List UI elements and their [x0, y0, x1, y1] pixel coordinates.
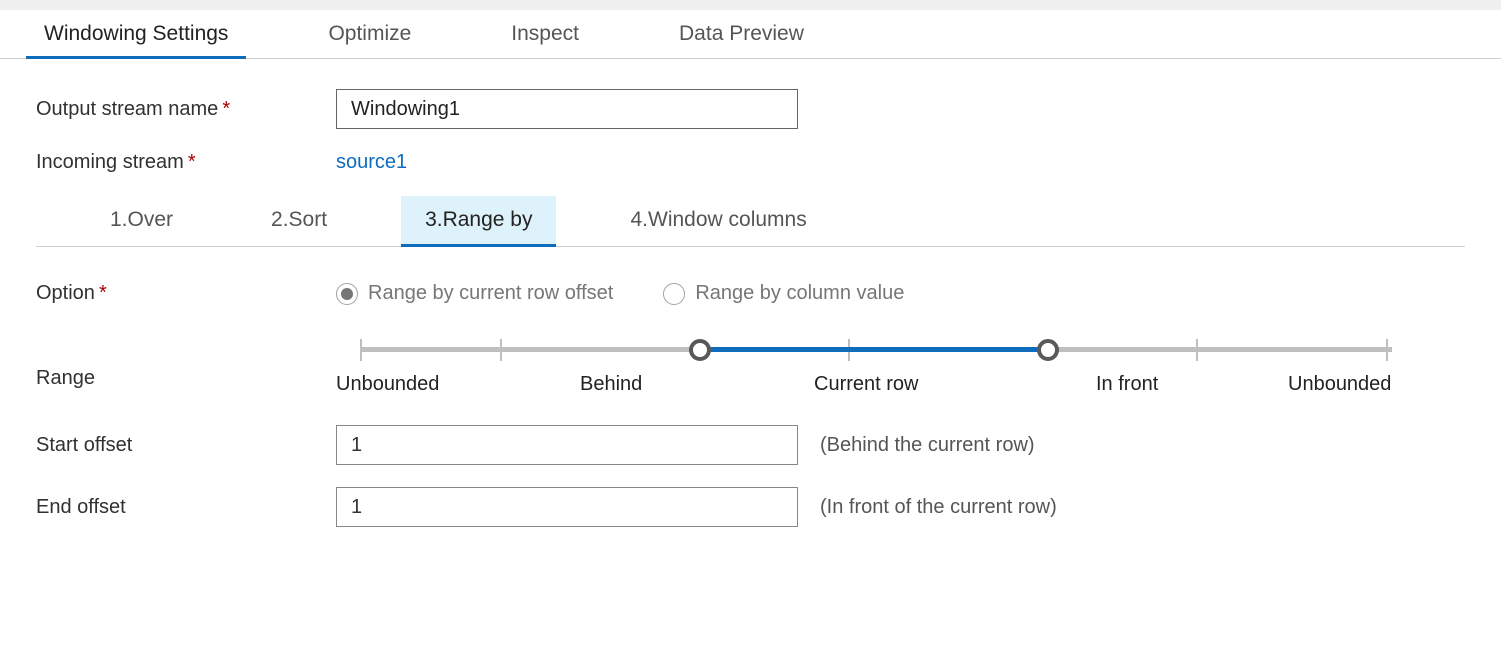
- slider-tick: [1386, 339, 1388, 361]
- option-label: Option*: [36, 282, 336, 305]
- option-radio-group: Range by current row offset Range by col…: [336, 282, 904, 305]
- radio-label: Range by current row offset: [368, 282, 613, 305]
- slider-label-in-front: In front: [1096, 373, 1158, 396]
- radio-label: Range by column value: [695, 282, 904, 305]
- slider-label-behind: Behind: [580, 373, 642, 396]
- slider-labels: Unbounded Behind Current row In front Un…: [336, 373, 1416, 403]
- slider-label-unbounded-left: Unbounded: [336, 373, 439, 396]
- slider-tick: [1196, 339, 1198, 361]
- slider-label-unbounded-right: Unbounded: [1288, 373, 1391, 396]
- end-offset-input[interactable]: [336, 487, 798, 527]
- required-asterisk: *: [222, 98, 230, 120]
- slider-handle-end[interactable]: [1037, 339, 1059, 361]
- range-label: Range: [36, 327, 336, 390]
- radio-icon: [336, 283, 358, 305]
- subtab-window-columns[interactable]: 4.Window columns: [606, 196, 830, 247]
- start-offset-hint: (Behind the current row): [820, 434, 1035, 457]
- slider-handle-start[interactable]: [689, 339, 711, 361]
- incoming-stream-link[interactable]: source1: [336, 151, 407, 174]
- slider-track-active: [700, 347, 1048, 352]
- required-asterisk: *: [188, 151, 196, 173]
- subtab-sort[interactable]: 2.Sort: [247, 196, 351, 247]
- required-asterisk: *: [99, 282, 107, 304]
- end-offset-label: End offset: [36, 496, 336, 519]
- tab-optimize[interactable]: Optimize: [310, 10, 429, 59]
- subtab-over[interactable]: 1.Over: [86, 196, 197, 247]
- form-area: Output stream name* Incoming stream* sou…: [0, 59, 1501, 579]
- radio-range-by-offset[interactable]: Range by current row offset: [336, 282, 613, 305]
- slider-tick: [500, 339, 502, 361]
- range-slider[interactable]: Unbounded Behind Current row In front Un…: [336, 337, 1416, 403]
- tab-windowing-settings[interactable]: Windowing Settings: [26, 10, 246, 59]
- end-offset-hint: (In front of the current row): [820, 496, 1057, 519]
- radio-icon: [663, 283, 685, 305]
- radio-range-by-column[interactable]: Range by column value: [663, 282, 904, 305]
- tab-inspect[interactable]: Inspect: [493, 10, 597, 59]
- start-offset-input[interactable]: [336, 425, 798, 465]
- subtab-range-by[interactable]: 3.Range by: [401, 196, 556, 247]
- incoming-stream-label: Incoming stream*: [36, 151, 336, 174]
- main-tab-strip: Windowing Settings Optimize Inspect Data…: [0, 10, 1501, 59]
- tab-data-preview[interactable]: Data Preview: [661, 10, 822, 59]
- slider-label-current-row: Current row: [814, 373, 918, 396]
- sub-tab-strip: 1.Over 2.Sort 3.Range by 4.Window column…: [36, 196, 1465, 247]
- output-stream-name-input[interactable]: [336, 89, 798, 129]
- top-bar: [0, 0, 1501, 10]
- slider-tick: [360, 339, 362, 361]
- output-stream-name-label: Output stream name*: [36, 98, 336, 121]
- start-offset-label: Start offset: [36, 434, 336, 457]
